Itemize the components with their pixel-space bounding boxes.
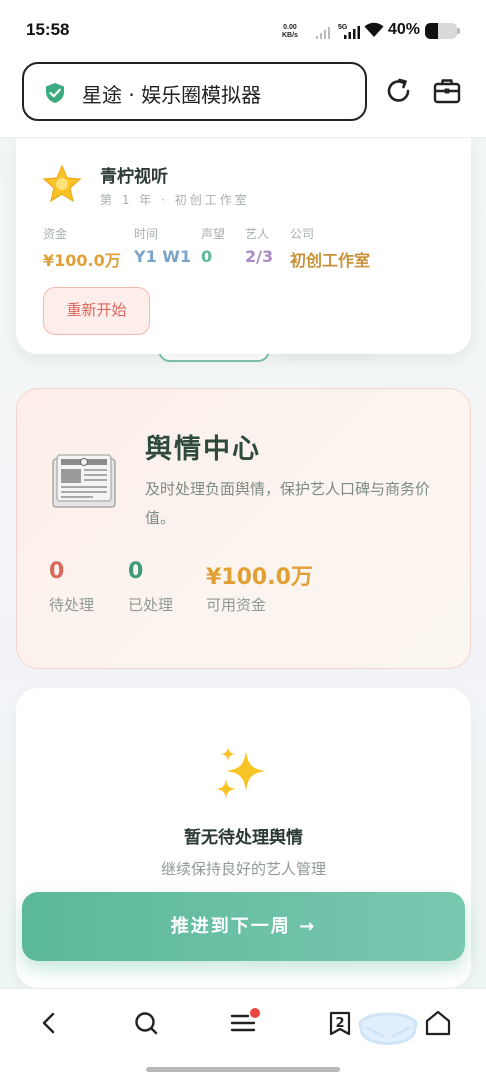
status-bar: 15:58 0.00 KB/s 5G 40% <box>0 0 486 62</box>
search-icon[interactable] <box>132 1009 160 1037</box>
available-funds: ¥100.0万 <box>206 565 313 590</box>
stat-value-funds: ¥100.0万 <box>43 251 121 270</box>
empty-state-subtitle: 继续保持良好的艺人管理 <box>160 860 326 878</box>
pr-center-title: 舆情中心 <box>145 434 261 465</box>
status-time: 15:58 <box>26 20 70 39</box>
available-funds-label: 可用资金 <box>206 596 267 614</box>
pending-count: 0 <box>49 559 65 584</box>
main-content: 青柠视听 第 1 年 · 初创工作室 资金 时间 声望 艺人 公司 ¥100.0… <box>0 138 486 988</box>
home-icon[interactable] <box>424 1009 452 1037</box>
toolbox-icon[interactable] <box>432 76 462 106</box>
wifi-icon <box>364 22 384 37</box>
stat-label-reputation: 声望 <box>201 227 226 241</box>
battery-icon <box>425 23 457 39</box>
signal-weak-icon <box>316 27 330 39</box>
studio-name: 青柠视听 <box>100 167 168 187</box>
back-icon[interactable] <box>35 1009 63 1037</box>
stat-label-company: 公司 <box>290 227 315 241</box>
empty-state-title: 暂无待处理舆情 <box>184 828 303 848</box>
svg-text:5G: 5G <box>338 24 348 31</box>
studio-header-card: 青柠视听 第 1 年 · 初创工作室 资金 时间 声望 艺人 公司 ¥100.0… <box>16 138 471 354</box>
shield-check-icon <box>46 83 64 103</box>
home-indicator[interactable] <box>146 1067 340 1072</box>
stat-value-reputation: 0 <box>201 247 213 266</box>
notification-dot <box>250 1008 260 1018</box>
reload-icon[interactable] <box>384 76 414 106</box>
pr-center-card: 舆情中心 及时处理负面舆情，保护艺人口碑与商务价值。 0 0 ¥100.0万 待… <box>16 388 471 669</box>
battery-percent: 40% <box>388 21 421 38</box>
pending-label: 待处理 <box>49 596 95 614</box>
sparkles-icon <box>216 747 266 799</box>
star-icon <box>42 164 82 203</box>
stat-value-artists: 2/3 <box>245 247 274 266</box>
handled-count: 0 <box>128 559 144 584</box>
floating-mask-icon <box>358 1012 418 1045</box>
stat-label-time: 时间 <box>134 227 159 241</box>
stat-value-company: 初创工作室 <box>290 251 371 270</box>
newspaper-icon <box>52 454 116 508</box>
browser-toolbar: 星途 · 娱乐圈模拟器 <box>0 62 486 138</box>
address-bar[interactable]: 星途 · 娱乐圈模拟器 <box>22 62 367 121</box>
next-week-button[interactable]: 推进到下一周 → <box>22 892 465 961</box>
signal-5g-icon: 5G <box>338 24 360 39</box>
battery-level <box>425 23 438 39</box>
stat-label-artists: 艺人 <box>245 227 270 241</box>
stat-label-funds: 资金 <box>43 227 68 241</box>
studio-subtitle: 第 1 年 · 初创工作室 <box>100 193 250 207</box>
pr-center-description: 及时处理负面舆情，保护艺人口碑与商务价值。 <box>145 480 431 527</box>
page-title: 星途 · 娱乐圈模拟器 <box>82 83 262 107</box>
tab-count: 2 <box>335 1016 345 1031</box>
restart-button[interactable]: 重新开始 <box>43 287 150 335</box>
stat-value-time: Y1 W1 <box>134 247 192 266</box>
network-speed: 0.00 KB/s <box>282 24 298 39</box>
bottom-navigation: 2 <box>0 988 486 1080</box>
handled-label: 已处理 <box>128 596 174 614</box>
